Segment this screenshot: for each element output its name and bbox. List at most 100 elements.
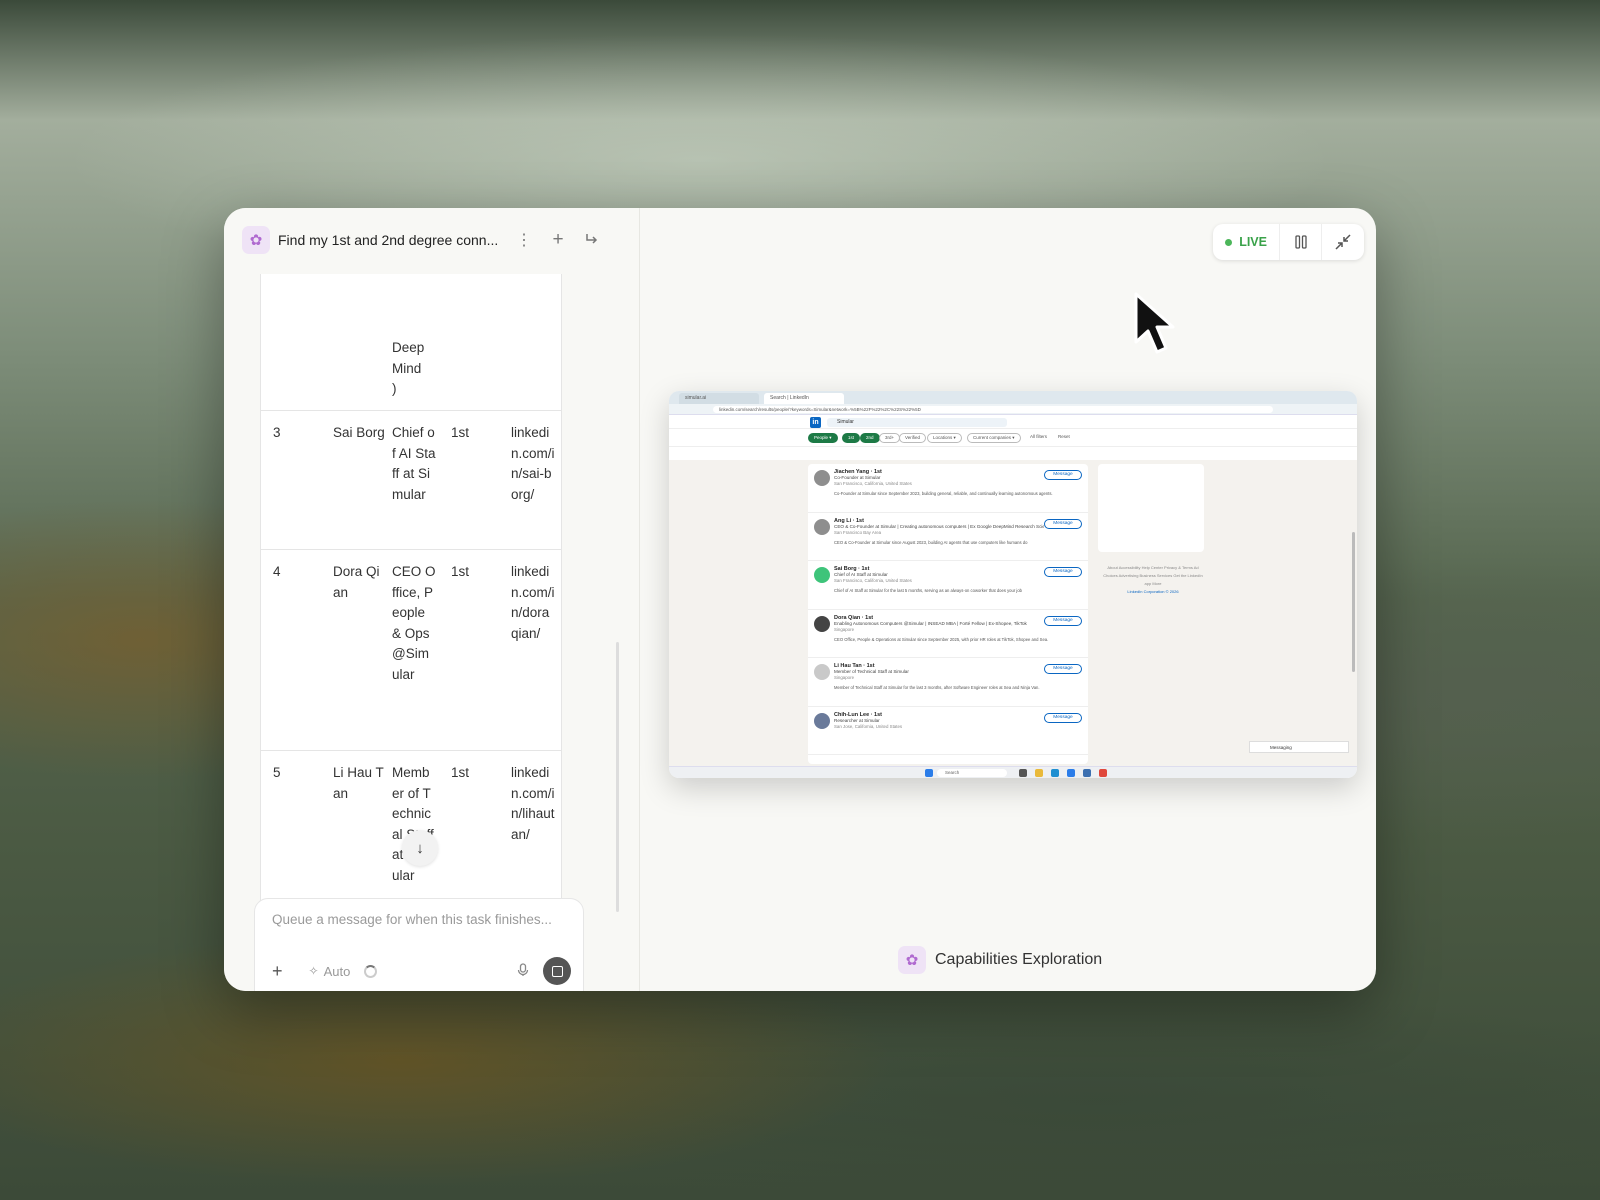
linkedin-footer: About Accessibility Help Center Privacy … — [1103, 564, 1203, 596]
filter-pill[interactable]: All filters — [1025, 433, 1052, 443]
cell-link[interactable]: linkedin.com/in/lihautan/ — [511, 763, 555, 845]
person-summary: Chief of AI Staff at Simular for the las… — [834, 588, 1022, 593]
filter-pill[interactable]: Reset — [1053, 433, 1075, 443]
message-button[interactable]: Message — [1044, 470, 1082, 480]
cell-link[interactable]: linkedin.com/in/sai-borg/ — [511, 423, 555, 505]
arrow-down-icon: ↓ — [416, 839, 424, 857]
share-icon[interactable] — [582, 230, 602, 250]
list-item[interactable]: Dora Qian · 1st Enabling Autonomous Compu… — [808, 610, 1088, 658]
os-taskbar: Search — [669, 766, 1357, 778]
filter-pill[interactable]: 3rd+ — [879, 433, 901, 443]
mouse-cursor-icon — [1134, 292, 1175, 354]
message-input[interactable]: Queue a message for when this task finis… — [272, 912, 552, 927]
messaging-bar[interactable]: Messaging — [1249, 741, 1349, 753]
message-composer: Queue a message for when this task finis… — [254, 898, 584, 991]
brand-footer: ✿ Capabilities Exploration — [898, 946, 1102, 974]
avatar — [814, 567, 830, 583]
person-headline: Chief of AI Staff at Simular — [834, 572, 888, 577]
folder-icon[interactable] — [1035, 769, 1043, 777]
taskbar-search[interactable]: Search — [937, 769, 1007, 777]
more-options-icon[interactable]: ⋮ — [514, 230, 534, 250]
message-button[interactable]: Message — [1044, 664, 1082, 674]
avatar — [814, 615, 830, 632]
filter-pill[interactable]: 1st — [842, 433, 861, 443]
table-row: 3 Sai Borg Chief of AI Staff at Simular … — [261, 411, 561, 550]
filter-pill[interactable]: Current companies ▾ — [967, 433, 1021, 443]
stop-task-button[interactable] — [543, 957, 571, 985]
avatar — [814, 470, 830, 486]
person-summary: Member of Technical Staff at Simular for… — [834, 685, 1040, 690]
list-item[interactable]: Chih-Lun Lee · 1st Researcher at Simular S… — [808, 707, 1088, 755]
person-summary: CEO Office, People & Operations at Simul… — [834, 636, 1049, 642]
footer-copyright: LinkedIn Corporation © 2026 — [1127, 589, 1179, 594]
url-field[interactable]: linkedin.com/search/results/people/?keyw… — [713, 406, 1273, 413]
cell-name: Sai Borg — [333, 425, 385, 440]
add-attachment-icon[interactable]: + — [272, 961, 283, 982]
cell-title: CEO Office, People & Ops @Simular — [392, 564, 436, 682]
cell-degree: 1st — [451, 564, 470, 579]
browser-tab[interactable]: Search | LinkedIn — [764, 393, 844, 404]
message-button[interactable]: Message — [1044, 712, 1082, 723]
message-button[interactable]: Message — [1044, 567, 1082, 577]
person-headline: CEO & Co-Founder at Simular | Creating a… — [834, 523, 1044, 529]
footer-links[interactable]: About Accessibility Help Center Privacy … — [1103, 564, 1203, 588]
browser-icon[interactable] — [1067, 769, 1075, 777]
filter-pill[interactable]: 2nd — [860, 433, 880, 443]
chat-scrollbar[interactable] — [616, 642, 619, 912]
live-indicator: LIVE — [1213, 224, 1280, 260]
minimize-button[interactable] — [1322, 224, 1364, 260]
pause-button[interactable] — [1280, 224, 1322, 260]
linkedin-search[interactable]: Simular — [827, 418, 1007, 427]
filter-pill[interactable]: Locations ▾ — [927, 433, 962, 443]
cell-title: Chief of AI Staff at Simular — [392, 425, 436, 502]
list-item[interactable]: Ang Li · 1st CEO & Co-Founder at Simular … — [808, 513, 1088, 561]
list-item[interactable]: Sai Borg · 1st Chief of AI Staff at Simul… — [808, 561, 1088, 610]
loading-spinner-icon — [364, 964, 378, 978]
avatar — [814, 712, 830, 729]
message-button[interactable]: Message — [1044, 615, 1082, 626]
stop-icon — [551, 965, 563, 977]
live-dot-icon — [1225, 238, 1233, 246]
new-task-icon[interactable]: + — [548, 229, 568, 250]
store-icon[interactable] — [1083, 769, 1091, 777]
person-location: San Jose, California, United States — [834, 723, 903, 729]
remote-screen[interactable]: simular.ai Search | LinkedIn linkedin.co… — [669, 391, 1357, 778]
table-row: Deep Mind ) — [261, 274, 561, 411]
chat-panel: ✿ Find my 1st and 2nd degree conn... ⋮ +… — [224, 208, 640, 991]
person-location: Singapore — [834, 626, 855, 632]
cell-title-fragment: Deep — [392, 340, 425, 355]
filter-pill[interactable]: People ▾ — [808, 433, 838, 443]
task-title: Find my 1st and 2nd degree conn... — [278, 232, 499, 248]
collapse-icon — [1335, 234, 1351, 250]
browser-tab[interactable]: simular.ai — [679, 393, 759, 404]
results-table: Deep Mind ) 3 Sai Borg Chief of AI Staff… — [260, 274, 562, 991]
linkedin-logo-icon: in — [810, 417, 821, 428]
page-scrollbar[interactable] — [1352, 532, 1355, 672]
edge-icon[interactable] — [1051, 769, 1059, 777]
people-results: Jiachen Yang · 1st Co-Founder at Simular S… — [808, 464, 1088, 764]
linkedin-navbar: in Simular — [669, 415, 1357, 429]
list-item[interactable]: Jiachen Yang · 1st Co-Founder at Simular S… — [808, 464, 1088, 513]
microphone-icon[interactable] — [517, 962, 529, 980]
chrome-icon[interactable] — [1099, 769, 1107, 777]
person-location: San Francisco, California, United States — [834, 481, 912, 486]
cell-title-fragment: Mind — [392, 360, 422, 376]
scroll-down-button[interactable]: ↓ — [402, 830, 438, 866]
person-headline: Co-Founder at Simular — [834, 475, 881, 480]
person-headline: Researcher at Simular — [834, 717, 880, 723]
filter-bar: People ▾ 1st 2nd 3rd+ Verified Locations… — [669, 429, 1357, 447]
app-window: ✿ Find my 1st and 2nd degree conn... ⋮ +… — [224, 208, 1376, 991]
mode-selector[interactable]: Auto — [324, 964, 351, 979]
cell-name: Li Hau Tan — [333, 765, 384, 801]
list-item[interactable]: Li Hau Tan · 1st Member of Technical Staf… — [808, 658, 1088, 707]
message-button[interactable]: Message — [1044, 518, 1082, 529]
brand-label: Capabilities Exploration — [935, 951, 1103, 968]
cell-number: 5 — [273, 765, 281, 780]
cell-link[interactable]: linkedin.com/in/doraqian/ — [511, 562, 555, 644]
chat-header: ✿ Find my 1st and 2nd degree conn... ⋮ + — [242, 222, 619, 258]
cell-title-fragment: ) — [392, 381, 397, 396]
cell-number: 4 — [273, 564, 281, 579]
file-explorer-icon[interactable] — [1019, 769, 1027, 777]
filter-pill[interactable]: Verified — [899, 433, 927, 443]
windows-start-icon[interactable] — [925, 769, 933, 777]
